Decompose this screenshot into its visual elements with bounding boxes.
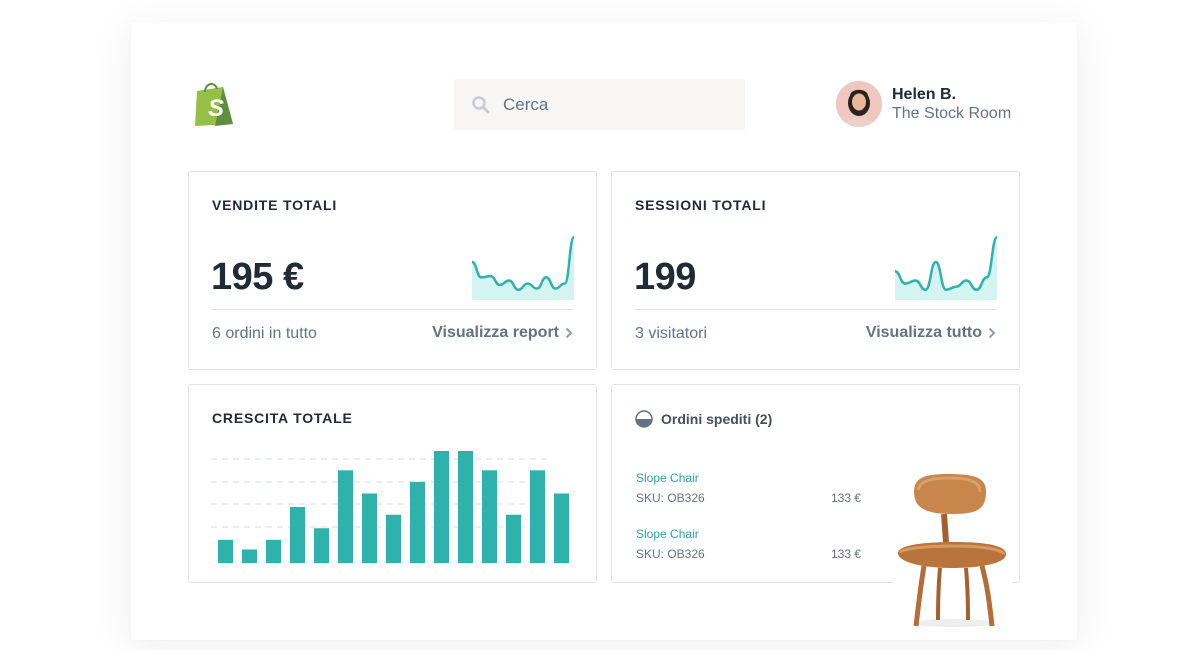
order-item: Slope Chair SKU: OB326 133 € [636,527,861,561]
sales-value: 195 € [211,256,304,298]
product-price: 133 € [830,547,861,561]
bar [506,514,521,563]
bar [458,451,473,563]
orders-title: Ordini spediti (2) [661,411,773,427]
sessions-trend-line [895,235,997,292]
user-menu[interactable]: Helen B. The Stock Room [836,81,1011,127]
product-sku: SKU: OB326 [636,491,705,505]
sessions-sparkline [895,235,997,300]
search-bar[interactable] [454,79,745,130]
growth-bar-chart [211,451,569,563]
orders-count: 6 ordini in tutto [212,325,317,342]
bar [386,514,401,563]
divider [635,309,996,310]
chair-product-image [894,470,1012,630]
user-name: Helen B. [892,86,957,103]
card-title: SESSIONI TOTALI [635,197,767,213]
svg-text:S: S [208,95,224,122]
bar [530,470,545,563]
avatar[interactable] [836,81,882,127]
bar [218,539,233,563]
sessions-card: SESSIONI TOTALI 199 3 visitatori Visuali… [611,171,1020,370]
bar [434,451,449,563]
chevron-right-icon [565,327,573,339]
shopify-logo[interactable]: S [193,80,235,128]
bar [314,528,329,563]
product-price: 133 € [830,491,861,505]
view-report-label: Visualizza report [432,324,559,341]
visitors-count: 3 visitatori [635,325,708,342]
bar [242,549,257,563]
bar [410,481,425,563]
card-title: VENDITE TOTALI [212,197,338,213]
sales-card: VENDITE TOTALI 195 € 6 ordini in tutto V… [188,171,597,370]
bar [482,470,497,563]
card-title: CRESCITA TOTALE [212,410,353,426]
product-link[interactable]: Slope Chair [636,527,861,541]
sales-trend-area [472,237,574,300]
bar [362,493,377,563]
chevron-right-icon [988,327,996,339]
bar [554,493,569,563]
bar [338,470,353,563]
sessions-value: 199 [634,256,696,298]
bar [290,507,305,563]
half-circle-icon [635,410,653,428]
view-report-link[interactable]: Visualizza report [432,324,573,342]
product-sku: SKU: OB326 [636,547,705,561]
store-name: The Stock Room [892,105,1012,122]
product-link[interactable]: Slope Chair [636,471,861,485]
order-item: Slope Chair SKU: OB326 133 € [636,471,861,505]
view-all-link[interactable]: Visualizza tutto [866,324,996,342]
search-input[interactable] [501,93,735,116]
search-icon [471,95,491,115]
dashboard-panel: S Helen B. The Stock Room VEN [131,22,1077,640]
growth-card: CRESCITA TOTALE [188,384,597,583]
view-all-label: Visualizza tutto [865,324,982,341]
bar [266,539,281,563]
sales-sparkline [472,235,574,300]
divider [212,309,573,310]
